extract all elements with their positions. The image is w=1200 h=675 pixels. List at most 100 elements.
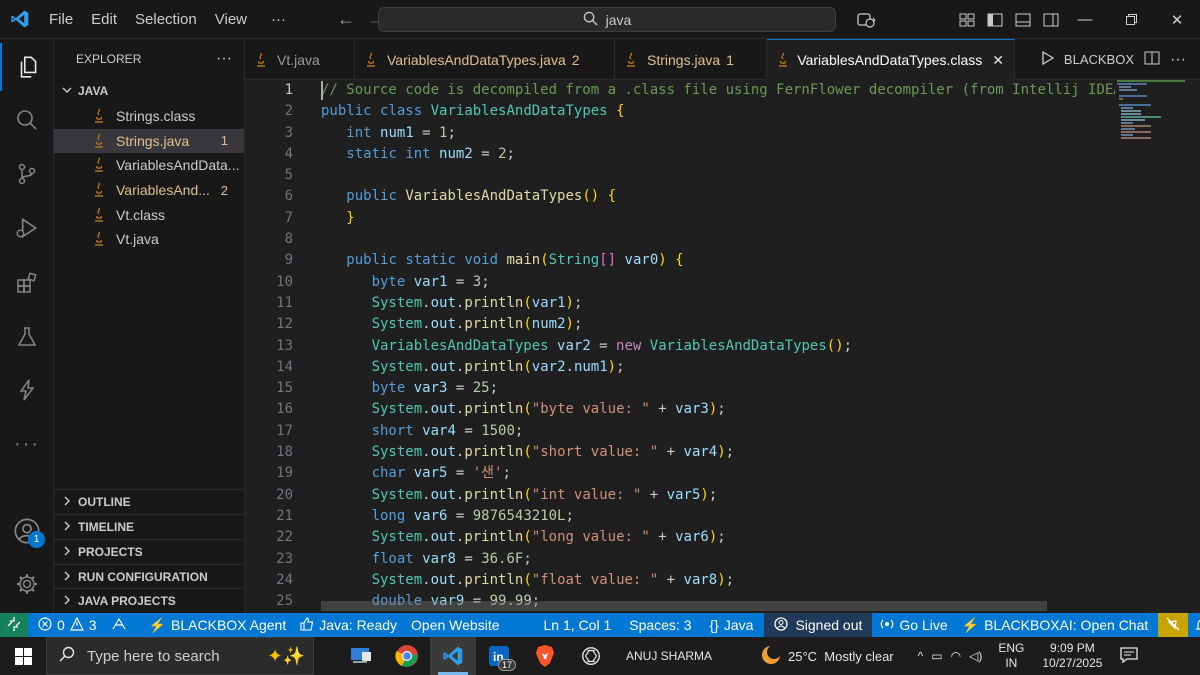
folder-java[interactable]: JAVA <box>54 79 244 103</box>
back-arrow-icon[interactable]: ← <box>331 9 361 30</box>
explorer-icon[interactable] <box>0 43 54 91</box>
lightning-icon[interactable] <box>0 366 54 414</box>
code-line[interactable]: byte var1 = 3; <box>321 272 1115 293</box>
code-line[interactable]: public class VariablesAndDataTypes { <box>321 101 1115 122</box>
copilot-icon[interactable] <box>848 0 886 39</box>
restore-icon[interactable] <box>1108 0 1154 39</box>
wifi-icon[interactable]: ◠ <box>951 649 961 663</box>
run-play-icon[interactable] <box>1042 50 1055 68</box>
code-line[interactable]: // Source code is decompiled from a .cla… <box>321 80 1115 101</box>
search-icon[interactable] <box>0 96 54 144</box>
code-line[interactable]: System.out.println(var2.num1); <box>321 357 1115 378</box>
menu-view[interactable]: View <box>206 0 256 39</box>
more-views-icon[interactable]: ··· <box>0 420 54 468</box>
clock[interactable]: 9:09 PM 10/27/2025 <box>1042 641 1102 671</box>
code-line[interactable]: System.out.println(num2); <box>321 314 1115 335</box>
more-actions-button[interactable]: ··· <box>1170 51 1186 69</box>
code-line[interactable]: System.out.println("short value: " + var… <box>321 442 1115 463</box>
code-line[interactable]: } <box>321 208 1115 229</box>
explorer-more-button[interactable]: ··· <box>216 50 232 68</box>
remote-indicator[interactable] <box>0 613 28 637</box>
code-line[interactable]: public VariablesAndDataTypes() { <box>321 186 1115 207</box>
code-line[interactable]: VariablesAndDataTypes var2 = new Variabl… <box>321 336 1115 357</box>
close-window-icon[interactable]: ✕ <box>1154 0 1200 39</box>
taskbar-vscode-icon[interactable] <box>430 637 476 675</box>
menu-edit[interactable]: Edit <box>82 0 126 39</box>
tab-variablesanddatatypes-java[interactable]: VariablesAndDataTypes.java 2 <box>355 39 615 80</box>
file-vt-class[interactable]: Vt.class <box>54 202 244 227</box>
taskbar-chatgpt-icon[interactable] <box>568 637 614 675</box>
notifications-bell-icon[interactable] <box>1188 613 1200 637</box>
weather-widget[interactable]: 25°C Mostly clear <box>760 644 894 669</box>
taskbar-desktop-icon[interactable] <box>338 637 384 675</box>
indentation-status[interactable]: Spaces: 3 <box>622 613 698 637</box>
taskbar-chrome-icon[interactable] <box>384 637 430 675</box>
tab-strings-java[interactable]: Strings.java 1 <box>615 39 767 80</box>
code-line[interactable]: float var8 = 36.6F; <box>321 549 1115 570</box>
settings-gear-icon[interactable] <box>0 560 54 608</box>
toggle-panel-icon[interactable] <box>1009 0 1037 39</box>
volume-icon[interactable]: ◁) <box>969 649 982 663</box>
taskbar-brave-icon[interactable] <box>522 637 568 675</box>
source-control-icon[interactable] <box>0 150 54 198</box>
system-tray-icons[interactable]: ^ ▭ ◠ ◁) <box>918 649 983 663</box>
section-projects[interactable]: PROJECTS <box>54 539 244 564</box>
cursor-position[interactable]: Ln 1, Col 1 <box>537 613 619 637</box>
open-website-button[interactable]: Open Website <box>404 613 506 637</box>
section-timeline[interactable]: TIMELINE <box>54 514 244 539</box>
run-debug-icon[interactable] <box>0 204 54 252</box>
code-line[interactable]: public static void main(String[] var0) { <box>321 250 1115 271</box>
code-line[interactable]: byte var3 = 25; <box>321 378 1115 399</box>
extensions-icon[interactable] <box>0 259 54 307</box>
chevron-up-icon[interactable]: ^ <box>918 649 924 663</box>
taskbar-user-name[interactable]: ANUJ SHARMA <box>626 649 712 663</box>
toggle-secondary-sidebar-icon[interactable] <box>1037 0 1065 39</box>
accounts-icon[interactable] <box>0 507 54 555</box>
problems-indicator[interactable]: 0 3 <box>28 613 104 637</box>
blackbox-agent-status[interactable]: ⚡ BLACKBOX Agent <box>142 613 294 637</box>
blackbox-button[interactable]: BLACKBOX <box>1064 52 1134 67</box>
testing-flask-icon[interactable] <box>0 313 54 361</box>
blackbox-ai-open-chat[interactable]: ⚡ BLACKBOXAI: Open Chat <box>956 613 1155 637</box>
copilot-disabled-status[interactable] <box>1158 613 1189 637</box>
code-line[interactable]: System.out.println("float value: " + var… <box>321 570 1115 591</box>
horizontal-scrollbar[interactable] <box>321 601 1047 611</box>
code-line[interactable]: short var4 = 1500; <box>321 421 1115 442</box>
file-strings-class[interactable]: Strings.class <box>54 104 244 129</box>
tab-vt-java[interactable]: Vt.java <box>245 39 355 80</box>
tab-variablesanddatatypes-class[interactable]: VariablesAndDataTypes.class ✕ <box>767 39 1015 80</box>
code-line[interactable]: System.out.println("byte value: " + var3… <box>321 399 1115 420</box>
taskbar-linkedin-icon[interactable]: in 17 <box>476 637 522 675</box>
file-strings-java[interactable]: Strings.java 1 <box>54 128 244 154</box>
code-line[interactable] <box>321 229 1115 250</box>
minimize-icon[interactable]: — <box>1062 0 1108 39</box>
command-center-search[interactable]: java <box>378 7 836 32</box>
code-line[interactable]: System.out.println("int value: " + var5)… <box>321 485 1115 506</box>
code-line[interactable]: System.out.println("long value: " + var6… <box>321 527 1115 548</box>
notification-center-icon[interactable] <box>1120 646 1139 666</box>
go-live-button[interactable]: Go Live <box>872 613 955 637</box>
ports-indicator[interactable] <box>104 613 134 637</box>
customize-layout-icon[interactable] <box>953 0 981 39</box>
code-line[interactable]: static int num2 = 2; <box>321 144 1115 165</box>
code-line[interactable]: System.out.println(var1); <box>321 293 1115 314</box>
toggle-primary-sidebar-icon[interactable] <box>981 0 1009 39</box>
language-indicator[interactable]: ENG IN <box>998 641 1024 671</box>
code-editor[interactable]: 1 2 3 4 5 6 7 8 9 10 11 12 13 14 15 16 17 18 19 20 21 22 23 24 2… <box>245 80 1200 613</box>
minimap[interactable] <box>1117 80 1187 140</box>
code-lines[interactable]: // Source code is decompiled from a .cla… <box>321 80 1115 612</box>
section-java-projects[interactable]: JAVA PROJECTS <box>54 588 244 613</box>
menu-more[interactable]: ··· <box>262 0 295 39</box>
network-icon[interactable]: ▭ <box>931 649 942 663</box>
split-editor-icon[interactable] <box>1144 51 1160 68</box>
code-line[interactable] <box>321 165 1115 186</box>
menu-selection[interactable]: Selection <box>126 0 206 39</box>
java-status[interactable]: Java: Ready <box>293 613 404 637</box>
code-line[interactable]: long var6 = 9876543210L; <box>321 506 1115 527</box>
language-mode[interactable]: {} Java <box>703 613 761 637</box>
section-outline[interactable]: OUTLINE <box>54 489 244 514</box>
code-line[interactable]: int num1 = 1; <box>321 123 1115 144</box>
tab-close-icon[interactable]: ✕ <box>992 52 1004 69</box>
signed-out-status[interactable]: Signed out <box>764 613 873 637</box>
file-variablesanddatatypes-java[interactable]: VariablesAnd... 2 <box>54 178 244 203</box>
